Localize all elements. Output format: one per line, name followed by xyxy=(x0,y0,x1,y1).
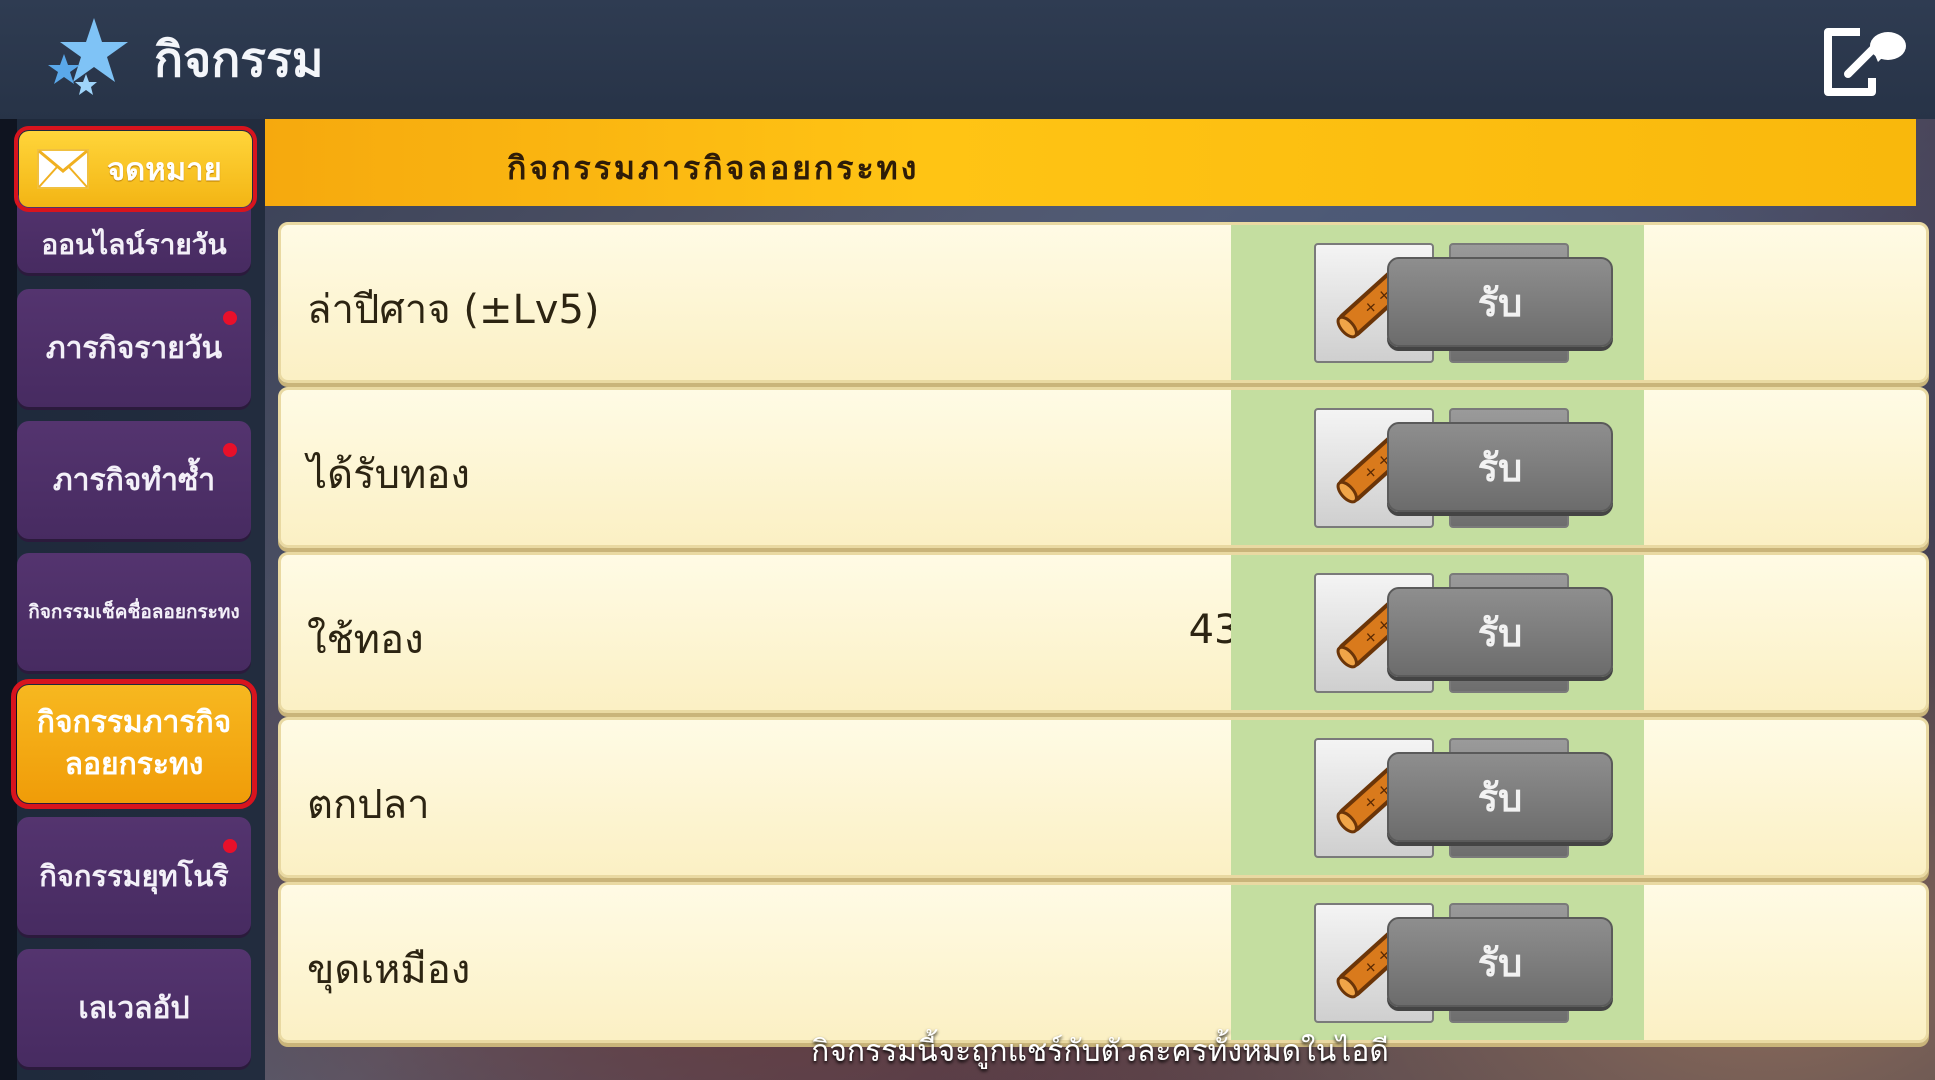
mission-row: ล่าปีศาจ (±Lv5)0/1000+++รับ xyxy=(278,222,1929,383)
mission-row: ใช้ทอง43540/100000+++รับ xyxy=(278,552,1929,713)
claim-button[interactable]: รับ xyxy=(1387,587,1613,677)
screen-edge xyxy=(0,119,17,1080)
mission-row: ขุดเหมือง0/5+++รับ xyxy=(278,882,1929,1043)
sidebar-item-daily-mission[interactable]: ภารกิจรายวัน xyxy=(17,289,251,407)
footer-note: กิจกรรมนี้จะถูกแชร์กับตัวละครทั้งหมดในไอ… xyxy=(811,1034,1389,1069)
sidebar-item-loykrathong-mission[interactable]: กิจกรรมภารกิจลอยกระทง xyxy=(11,679,257,809)
claim-button[interactable]: รับ xyxy=(1387,752,1613,842)
claim-button[interactable]: รับ xyxy=(1387,257,1613,347)
mission-name: ล่าปีศาจ (±Lv5) xyxy=(307,287,600,333)
sidebar: ออนไลน์รายวัน ภารกิจรายวัน ภารกิจทำซ้ำ ก… xyxy=(11,119,265,1080)
sidebar-item-level-up[interactable]: เลเวลอัป xyxy=(17,949,251,1067)
top-bar: กิจกรรม xyxy=(0,0,1935,121)
sidebar-item-repeat-mission[interactable]: ภารกิจทำซ้ำ xyxy=(17,421,251,539)
mail-button[interactable]: จดหมาย xyxy=(14,126,257,212)
stars-icon xyxy=(48,18,128,95)
sidebar-item-label: ออนไลน์รายวัน xyxy=(41,228,227,261)
mission-row: ได้รับทอง0/100000+++รับ xyxy=(278,387,1929,548)
claim-button[interactable]: รับ xyxy=(1387,917,1613,1007)
mission-name: ได้รับทอง xyxy=(307,452,470,498)
sidebar-item-label: กิจกรรมเช็คชื่อลอยกระทง xyxy=(28,601,240,623)
mission-name: ขุดเหมือง xyxy=(307,947,471,993)
envelope-icon xyxy=(37,149,89,189)
mission-name: ใช้ทอง xyxy=(307,617,424,663)
sidebar-item-label: ภารกิจทำซ้ำ xyxy=(52,462,216,498)
event-banner: กิจกรรมภารกิจลอยกระทง xyxy=(265,119,1916,206)
banner-title: กิจกรรมภารกิจลอยกระทง xyxy=(507,149,920,187)
mission-name: ตกปลา xyxy=(307,782,430,828)
claim-button[interactable]: รับ xyxy=(1387,422,1613,512)
sidebar-item-loykrathong-checkin[interactable]: กิจกรรมเช็คชื่อลอยกระทง xyxy=(17,553,251,671)
exit-icon[interactable] xyxy=(1820,24,1908,100)
notification-dot xyxy=(223,311,237,325)
sidebar-item-label: ภารกิจรายวัน xyxy=(45,330,223,366)
sidebar-item-label: เลเวลอัป xyxy=(78,990,190,1026)
sidebar-item-label: กิจกรรมภารกิจลอยกระทง xyxy=(36,705,232,782)
sidebar-item-label: กิจกรรมยุทโนริ xyxy=(39,859,229,893)
mission-row: ตกปลา0/5+++รับ xyxy=(278,717,1929,878)
notification-dot xyxy=(223,839,237,853)
page-title: กิจกรรม xyxy=(154,32,324,88)
sidebar-item-yutnori[interactable]: กิจกรรมยุทโนริ xyxy=(17,817,251,935)
notification-dot xyxy=(223,443,237,457)
mail-button-label: จดหมาย xyxy=(107,152,222,188)
